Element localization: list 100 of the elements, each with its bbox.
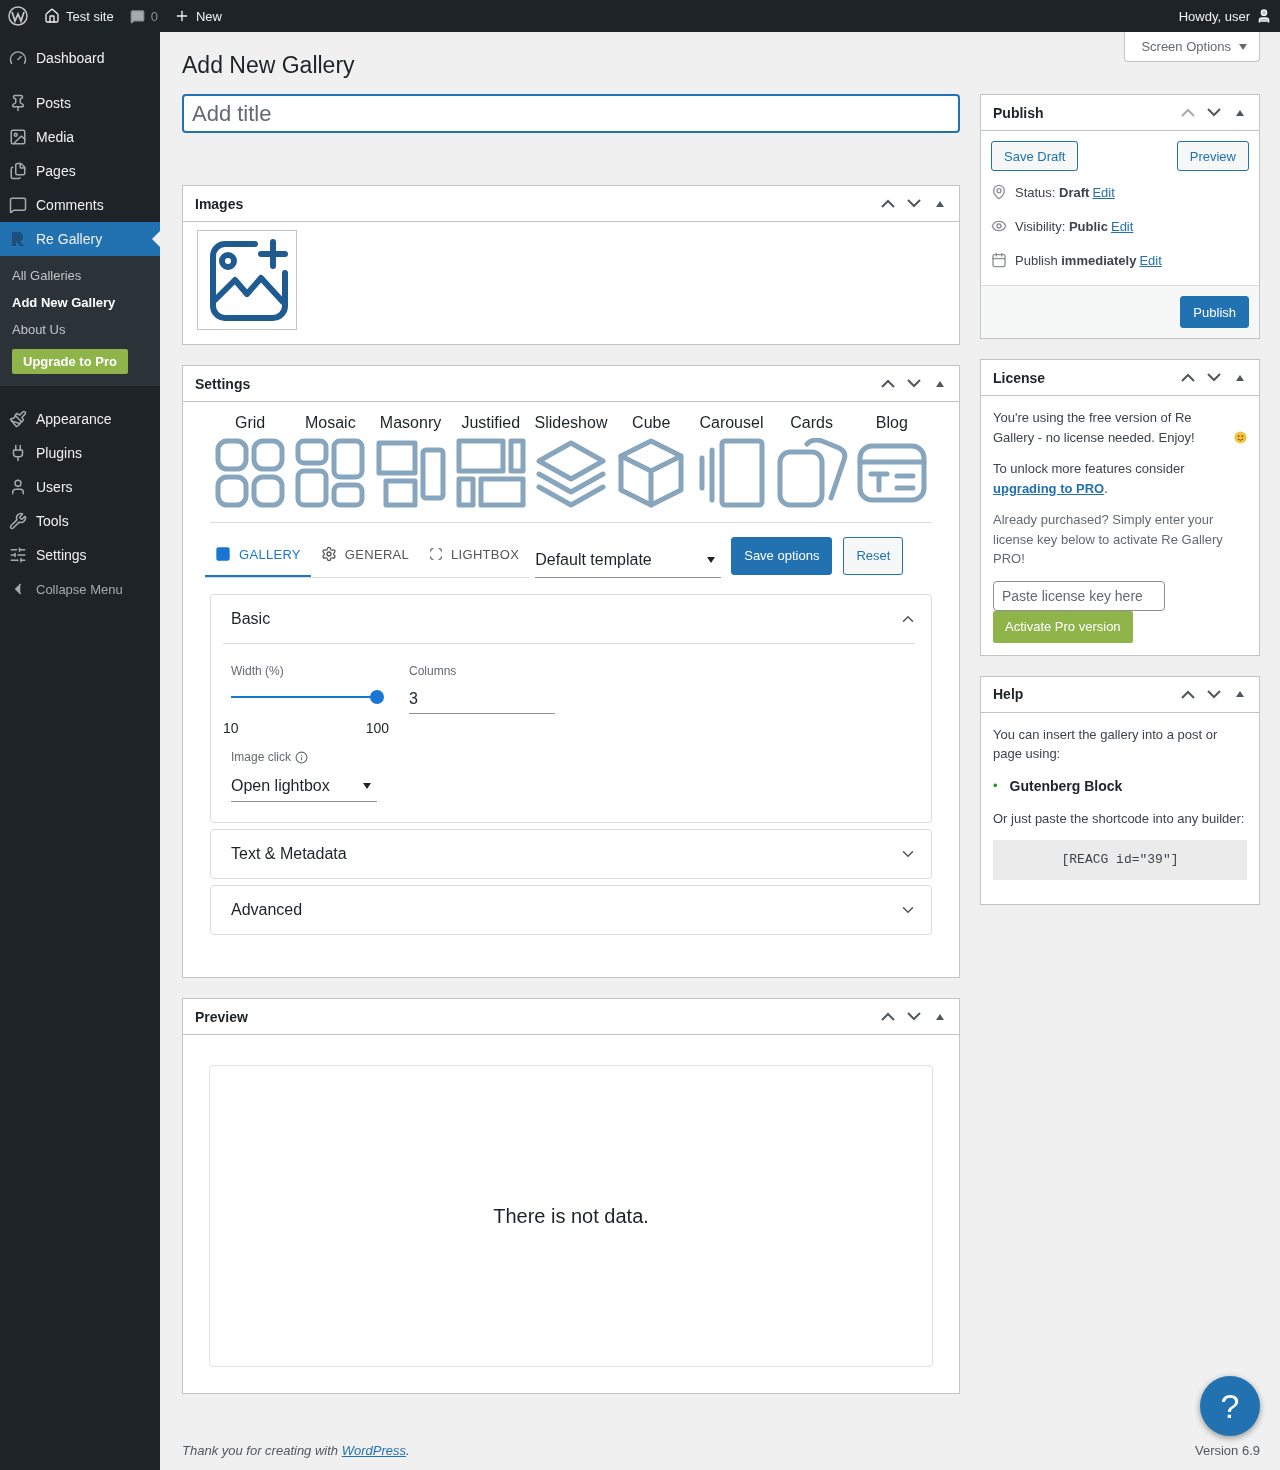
- layout-label[interactable]: Grid: [235, 414, 266, 432]
- publish-info: Publish immediately: [1015, 252, 1137, 268]
- chevron-down-icon: [1207, 373, 1221, 382]
- sidebar-item[interactable]: Posts: [0, 86, 160, 120]
- smiley-icon: [1234, 431, 1247, 444]
- tab[interactable]: LIGHTBOX: [419, 533, 530, 577]
- sidebar-item[interactable]: Tools: [0, 504, 160, 538]
- chevron-up-icon: [1181, 689, 1195, 699]
- layout-label[interactable]: Mosaic: [305, 414, 356, 432]
- speech-bubble-icon: [9, 196, 27, 214]
- layout-label[interactable]: Slideshow: [534, 414, 608, 432]
- publish-button[interactable]: Publish: [1180, 296, 1249, 328]
- new-link[interactable]: New: [195, 8, 222, 24]
- bullet-item: Gutenberg Block: [1009, 776, 1123, 796]
- info-icon[interactable]: [295, 750, 309, 764]
- comment-icon[interactable]: [129, 8, 145, 24]
- footer-text: Thank you for creating with: [182, 1443, 339, 1458]
- edit-link[interactable]: Edit: [1092, 184, 1115, 200]
- shortcode: [REACG id="39"]: [993, 840, 1247, 880]
- wordpress-link[interactable]: WordPress: [341, 1443, 406, 1458]
- accordion-header[interactable]: Text & Metadata: [211, 830, 931, 878]
- sidebar-item[interactable]: Pages: [0, 154, 160, 188]
- chevron-down-icon: [907, 1012, 921, 1021]
- cards-layout-icon[interactable]: [775, 438, 848, 508]
- sidebar-item[interactable]: Collapse Menu: [0, 572, 160, 606]
- image-click-select[interactable]: Open lightbox: [231, 770, 377, 802]
- grid-layout-icon[interactable]: [214, 438, 287, 508]
- preview-button[interactable]: Preview: [1176, 141, 1249, 171]
- panel-title: Settings: [195, 375, 252, 392]
- layout-label[interactable]: Cube: [632, 414, 671, 432]
- greeting[interactable]: Howdy, user: [1178, 8, 1250, 24]
- slideshow-layout-icon[interactable]: [535, 438, 607, 508]
- field-label: Width (%): [231, 664, 285, 678]
- reset-button[interactable]: Reset: [843, 536, 904, 575]
- chevron-up-icon: [881, 379, 895, 388]
- caret-down-icon: [707, 557, 716, 563]
- mosaic-layout-icon[interactable]: [294, 438, 367, 508]
- tab[interactable]: GENERAL: [310, 533, 420, 577]
- help-text: Or just paste the shortcode into any builder:: [993, 809, 1246, 828]
- caret-up-icon: [936, 380, 944, 387]
- submenu-link[interactable]: All Galleries: [0, 262, 160, 289]
- caret-up-icon: [936, 200, 944, 207]
- screen-options-button[interactable]: Screen Options: [1124, 32, 1260, 62]
- version-text: Version 6.9: [1194, 1443, 1260, 1458]
- edit-link[interactable]: Edit: [1110, 218, 1134, 234]
- home-icon[interactable]: [44, 8, 60, 24]
- masonry-layout-icon[interactable]: [374, 438, 447, 508]
- layout-label[interactable]: Carousel: [699, 414, 764, 432]
- settings-icon: [320, 546, 337, 562]
- submenu-link[interactable]: About Us: [0, 316, 160, 343]
- chevron-up-icon: [881, 1012, 895, 1021]
- save-options-button[interactable]: Save options: [731, 536, 833, 575]
- sidebar-item[interactable]: Users: [0, 470, 160, 504]
- slider-min: 10: [223, 720, 239, 736]
- license-key-field[interactable]: Paste license key here: [993, 580, 1165, 611]
- avatar-icon[interactable]: [1256, 8, 1272, 24]
- edit-link[interactable]: Edit: [1139, 252, 1162, 268]
- page-title: Add New Gallery: [182, 52, 355, 79]
- eye-icon: [991, 218, 1007, 234]
- submenu-link[interactable]: Add New Gallery: [0, 289, 160, 316]
- add-image-button[interactable]: [197, 230, 297, 330]
- sidebar-item[interactable]: Appearance: [0, 402, 160, 436]
- license-text: You're using the free version of Re Gallery - no license needed. Enjoy!: [993, 409, 1196, 447]
- sidebar-item[interactable]: Settings: [0, 538, 160, 572]
- columns-field[interactable]: 3: [409, 684, 555, 714]
- chevron-down-icon: [907, 199, 921, 208]
- help-button[interactable]: ?: [1200, 1376, 1260, 1436]
- width-slider[interactable]: [231, 690, 384, 704]
- title-field[interactable]: Add title: [182, 94, 960, 133]
- save-draft-button[interactable]: Save Draft: [991, 141, 1079, 171]
- field-label: Columns: [409, 664, 458, 678]
- license-text: Already purchased? Simply enter your license key below to activate Re Gallery PRO!: [993, 511, 1224, 568]
- sidebar-item[interactable]: Comments: [0, 188, 160, 222]
- empty-message: There is not data.: [493, 1204, 649, 1228]
- sidebar-item[interactable]: Media: [0, 120, 160, 154]
- caret-up-icon: [1236, 691, 1244, 697]
- panel-title: Help: [993, 686, 1025, 702]
- help-text: You can insert the gallery into a post or page using:: [993, 725, 1219, 763]
- layout-label[interactable]: Justified: [461, 414, 521, 432]
- tab[interactable]: GALLERY: [205, 533, 311, 577]
- panel-title: Publish: [993, 104, 1045, 121]
- layout-label[interactable]: Cards: [790, 414, 833, 432]
- slider-max: 100: [365, 720, 389, 736]
- caret-up-icon: [936, 1013, 944, 1020]
- calendar-icon: [991, 252, 1007, 268]
- comment-count[interactable]: 0: [150, 8, 158, 24]
- sidebar-item[interactable]: Re Gallery: [0, 222, 160, 256]
- sidebar-item[interactable]: Plugins: [0, 436, 160, 470]
- logo-icon[interactable]: [8, 6, 28, 26]
- chevron-down-icon: [907, 379, 921, 388]
- caret-down-icon: [1239, 43, 1247, 50]
- template-select[interactable]: Default template: [535, 543, 722, 578]
- sidebar-item[interactable]: Dashboard: [0, 41, 160, 75]
- site-name[interactable]: Test site: [66, 8, 114, 24]
- accordion-header[interactable]: Advanced: [211, 886, 931, 934]
- layout-label[interactable]: Blog: [875, 414, 908, 432]
- justified-layout-icon[interactable]: [454, 438, 527, 508]
- accordion-header[interactable]: Basic: [211, 595, 931, 643]
- layout-label[interactable]: Masonry: [379, 414, 442, 432]
- chevron-up-icon: [1181, 373, 1195, 382]
